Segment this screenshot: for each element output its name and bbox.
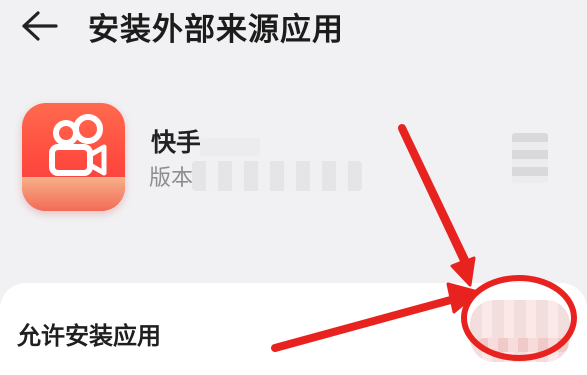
- kuaishou-app-icon: [22, 103, 125, 211]
- redacted-chevron-icon: [512, 133, 548, 183]
- arrow-down-icon: [398, 128, 476, 287]
- screen: 安装外部来源应用 快手 版本 允许安装应用: [0, 0, 587, 375]
- allow-install-toggle[interactable]: [470, 300, 570, 362]
- back-arrow-icon[interactable]: [18, 8, 58, 44]
- app-name: 快手: [151, 128, 202, 157]
- app-version-label: 版本: [149, 166, 194, 191]
- allow-install-label: 允许安装应用: [17, 322, 161, 350]
- redacted-name-suffix: [200, 138, 260, 156]
- header-bar: 安装外部来源应用: [0, 0, 587, 60]
- redacted-version-number: [192, 161, 362, 191]
- page-title: 安装外部来源应用: [88, 12, 344, 48]
